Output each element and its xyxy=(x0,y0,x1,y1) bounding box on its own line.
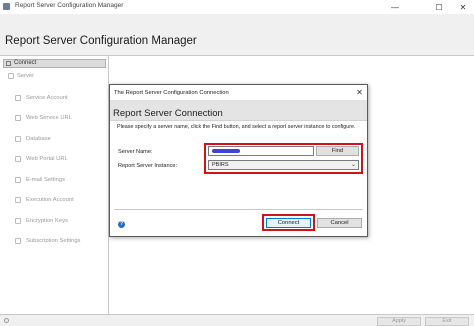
instance-label: Report Server Instance: xyxy=(118,163,178,169)
sidebar-item-service-account[interactable]: Service Account xyxy=(0,93,108,103)
email-icon xyxy=(15,177,21,183)
highlight-box-fields xyxy=(204,143,363,174)
sidebar-item-label: Web Service URL xyxy=(26,115,72,121)
execution-account-icon xyxy=(15,197,21,203)
sidebar-item-web-portal-url[interactable]: Web Portal URL xyxy=(0,154,108,164)
window-title: Report Server Configuration Manager xyxy=(15,2,124,9)
dialog-banner: Report Server Connection xyxy=(110,101,367,121)
app-header: Report Server Configuration Manager xyxy=(0,14,474,56)
maximize-button[interactable]: ☐ xyxy=(428,0,450,14)
dialog-close-button[interactable]: ✕ xyxy=(353,86,366,99)
dialog-divider xyxy=(114,209,363,210)
sidebar-item-label: E-mail Settings xyxy=(26,177,65,183)
sidebar-item-email-settings[interactable]: E-mail Settings xyxy=(0,175,108,185)
status-icon xyxy=(4,318,9,323)
web-service-icon xyxy=(15,115,21,121)
apply-button[interactable]: Apply xyxy=(377,317,421,326)
sidebar-item-web-service-url[interactable]: Web Service URL xyxy=(0,113,108,123)
close-window-button[interactable]: ✕ xyxy=(452,0,474,14)
web-portal-icon xyxy=(15,156,21,162)
page-title: Report Server Configuration Manager xyxy=(5,35,197,47)
cancel-button[interactable]: Cancel xyxy=(317,218,362,228)
footer-bar: Apply Exit xyxy=(0,314,474,326)
dialog-instructions: Please specify a server name, click the … xyxy=(117,124,356,130)
window-titlebar: Report Server Configuration Manager — ☐ … xyxy=(0,0,474,14)
encryption-keys-icon xyxy=(15,218,21,224)
service-account-icon xyxy=(15,95,21,101)
connect-label: Connect xyxy=(14,60,37,66)
dialog-title: The Report Server Configuration Connecti… xyxy=(114,90,229,96)
sidebar-item-label: Execution Account xyxy=(26,197,74,203)
connect-button[interactable]: Connect xyxy=(3,59,106,68)
database-icon xyxy=(15,136,21,142)
sidebar-item-server[interactable]: Server xyxy=(0,71,108,81)
sidebar-item-label: Subscription Settings xyxy=(26,238,81,244)
sidebar-item-label: Service Account xyxy=(26,95,68,101)
sidebar-item-label: Server xyxy=(17,73,35,79)
minimize-button[interactable]: — xyxy=(384,0,406,14)
sidebar-item-label: Encryption Keys xyxy=(26,218,68,224)
server-icon xyxy=(8,73,14,79)
sidebar-item-label: Database xyxy=(26,136,51,142)
sidebar-item-encryption-keys[interactable]: Encryption Keys xyxy=(0,216,108,226)
server-name-label: Server Name: xyxy=(118,149,153,155)
dialog-titlebar: The Report Server Configuration Connecti… xyxy=(110,85,367,101)
sidebar-item-label: Web Portal URL xyxy=(26,156,68,162)
subscription-icon xyxy=(15,238,21,244)
connect-icon xyxy=(6,61,11,66)
sidebar: Connect Server Service Account Web Servi… xyxy=(0,56,109,314)
highlight-box-connect xyxy=(262,214,315,231)
app-icon xyxy=(3,3,10,10)
sidebar-item-database[interactable]: Database xyxy=(0,134,108,144)
exit-button[interactable]: Exit xyxy=(425,317,469,326)
help-icon[interactable]: ? xyxy=(118,221,125,228)
sidebar-item-subscription-settings[interactable]: Subscription Settings xyxy=(0,236,108,246)
dialog-heading: Report Server Connection xyxy=(113,108,223,119)
connection-dialog: The Report Server Configuration Connecti… xyxy=(109,84,368,237)
sidebar-item-execution-account[interactable]: Execution Account xyxy=(0,195,108,205)
